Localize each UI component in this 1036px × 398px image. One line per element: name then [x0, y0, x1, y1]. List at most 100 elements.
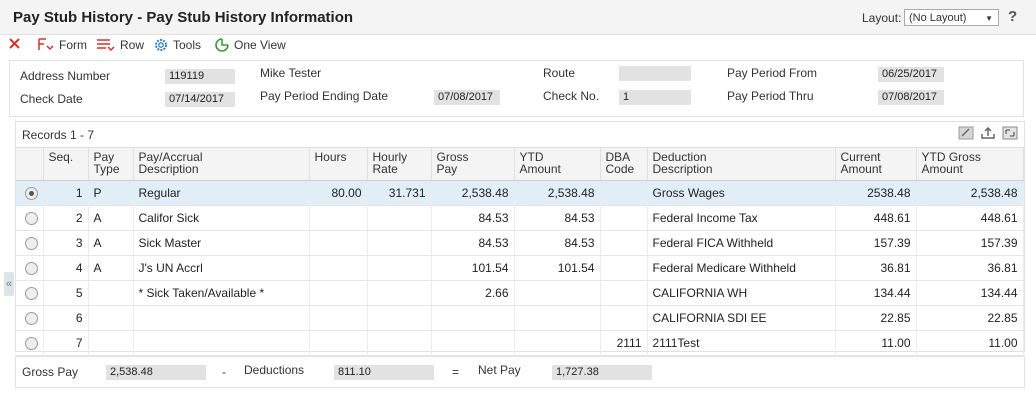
cell-pay-type: A: [88, 230, 134, 256]
cell-ytd-amount: 101.54: [514, 255, 601, 281]
close-icon: [9, 38, 20, 49]
chevron-down-icon: ▼: [985, 14, 993, 23]
cell-hourly-rate: [367, 280, 432, 306]
cell-dba-code: [600, 230, 648, 256]
row-select-radio[interactable]: [25, 286, 38, 300]
cell-description: * Sick Taken/Available *: [133, 280, 310, 306]
deductions-value: 811.10: [334, 365, 434, 380]
pay-period-from-value: 06/25/2017: [878, 67, 944, 82]
row-select-radio[interactable]: [25, 186, 38, 200]
cell-ytd-gross-amount: 11.00: [916, 330, 1024, 356]
check-no-value: 1: [619, 90, 691, 105]
cell-seq: 1: [43, 180, 89, 206]
cell-hourly-rate: 31.731: [367, 180, 432, 206]
cell-description: [133, 330, 310, 356]
cell-dba-code: 2111: [600, 330, 648, 356]
minus-sign: -: [222, 365, 226, 379]
pay-period-thru-label: Pay Period Thru: [727, 89, 814, 103]
route-label: Route: [543, 66, 576, 80]
title-bar: Pay Stub History - Pay Stub History Info…: [0, 0, 1036, 35]
close-button[interactable]: [8, 37, 21, 50]
col-seq[interactable]: Seq.: [43, 147, 89, 181]
cell-hours: [309, 280, 368, 306]
cell-pay-type: [88, 305, 134, 331]
col-pay-accrual-description[interactable]: Pay/Accrual Description: [133, 147, 310, 181]
cell-ytd-amount: 2,538.48: [514, 180, 601, 206]
col-pay-type[interactable]: Pay Type: [88, 147, 134, 181]
cell-seq: 5: [43, 280, 89, 306]
pay-period-from-label: Pay Period From: [727, 66, 818, 80]
row-select-radio[interactable]: [25, 261, 38, 275]
one-view-icon: [215, 38, 229, 52]
cell-hours: [309, 230, 368, 256]
one-view-label: One View: [234, 38, 286, 52]
table-row[interactable]: 2 A Califor Sick 84.53 84.53 Federal Income T…: [16, 205, 1024, 231]
row-select-cell: [16, 280, 44, 306]
one-view-button[interactable]: One View: [214, 37, 286, 53]
row-select-radio[interactable]: [25, 236, 38, 250]
grid-panel: Records 1 - 7 Seq. Pay Type Pay/Accrual De…: [15, 121, 1025, 356]
route-value: [619, 66, 691, 81]
cell-ytd-amount: 84.53: [514, 230, 601, 256]
form-menu-label: Form: [59, 37, 87, 52]
cell-hourly-rate: [367, 330, 432, 356]
side-panel-toggle[interactable]: «: [4, 272, 14, 296]
table-row[interactable]: 7 2111 2111Test 11.00 11.00: [16, 330, 1024, 356]
equals-sign: =: [452, 365, 460, 379]
maximize-icon[interactable]: [1002, 126, 1018, 140]
gross-pay-value: 2,538.48: [106, 365, 206, 380]
col-dba-code[interactable]: DBA Code: [600, 147, 648, 181]
cell-description: J's UN Accrl: [133, 255, 310, 281]
table-row[interactable]: 5 * Sick Taken/Available * 2.66 CALIFORNIA …: [16, 280, 1024, 306]
cell-current-amount: 22.85: [835, 305, 917, 331]
row-menu-button[interactable]: Row: [96, 37, 144, 52]
row-select-radio[interactable]: [25, 211, 38, 225]
grid-header-row: Seq. Pay Type Pay/Accrual Description Hour…: [16, 147, 1024, 181]
col-ytd-gross-amount[interactable]: YTD Gross Amount: [916, 147, 1024, 181]
col-hours[interactable]: Hours: [309, 147, 368, 181]
form-menu-button[interactable]: Form: [37, 37, 87, 52]
row-select-radio[interactable]: [25, 311, 38, 325]
export-icon[interactable]: [980, 126, 996, 140]
edit-icon[interactable]: [958, 126, 974, 140]
row-select-cell: [16, 330, 44, 356]
cell-seq: 6: [43, 305, 89, 331]
records-count: Records 1 - 7: [22, 128, 95, 142]
help-icon[interactable]: ?: [1008, 8, 1017, 25]
row-select-cell: [16, 305, 44, 331]
cell-pay-type: A: [88, 255, 134, 281]
cell-dba-code: [600, 255, 648, 281]
cell-pay-type: [88, 330, 134, 356]
table-row[interactable]: 1 P Regular 80.00 31.731 2,538.48 2,538.48 Gros…: [16, 180, 1024, 206]
cell-ytd-amount: [514, 305, 601, 331]
row-select-radio[interactable]: [25, 336, 38, 350]
table-row[interactable]: 4 A J's UN Accrl 101.54 101.54 Federal Medica…: [16, 255, 1024, 281]
cell-seq: 2: [43, 205, 89, 231]
cell-dba-code: [600, 205, 648, 231]
col-gross-pay[interactable]: Gross Pay: [431, 147, 515, 181]
row-select-cell: [16, 230, 44, 256]
row-icon: [97, 39, 115, 52]
layout-select[interactable]: (No Layout) ▼: [904, 9, 999, 26]
col-deduction-description[interactable]: Deduction Description: [647, 147, 836, 181]
cell-hourly-rate: [367, 255, 432, 281]
col-ytd-amount[interactable]: YTD Amount: [514, 147, 601, 181]
tools-menu-button[interactable]: Tools: [153, 37, 201, 53]
cell-hours: [309, 305, 368, 331]
cell-deduction-description: CALIFORNIA SDI EE: [647, 305, 836, 331]
cell-pay-type: A: [88, 205, 134, 231]
cell-deduction-description: Federal FICA Withheld: [647, 230, 836, 256]
header-panel: Address Number 119119 Mike Tester Route …: [9, 60, 1024, 117]
check-no-label: Check No.: [543, 89, 600, 103]
table-row[interactable]: 3 A Sick Master 84.53 84.53 Federal FICA With…: [16, 230, 1024, 256]
col-hourly-rate[interactable]: Hourly Rate: [367, 147, 432, 181]
deductions-label: Deductions: [244, 363, 305, 377]
layout-select-value: (No Layout): [909, 12, 967, 24]
check-date-label: Check Date: [20, 92, 83, 106]
row-select-cell: [16, 255, 44, 281]
cell-dba-code: [600, 280, 648, 306]
table-row[interactable]: 6 CALIFORNIA SDI EE 22.85 22.85: [16, 305, 1024, 331]
col-current-amount[interactable]: Current Amount: [835, 147, 917, 181]
address-number-value: 119119: [165, 69, 235, 84]
row-select-cell: [16, 180, 44, 206]
